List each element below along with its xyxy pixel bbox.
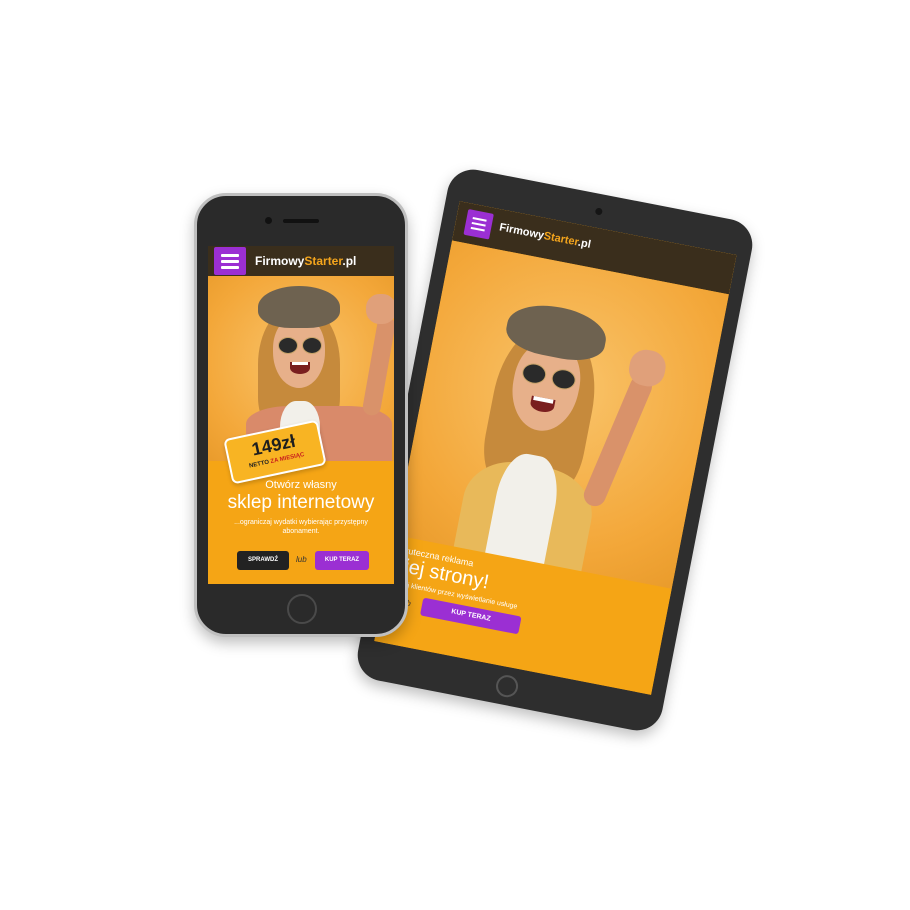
tablet-camera bbox=[594, 207, 603, 216]
phone-speaker bbox=[283, 219, 319, 223]
tablet-home-button[interactable] bbox=[494, 673, 520, 700]
phone-device: FirmowyStarter.pl 149zł NETTO ZA MIESIĄC… bbox=[194, 193, 408, 637]
tablet-menu-icon[interactable] bbox=[463, 209, 494, 240]
tablet-logo[interactable]: FirmowyStarter.pl bbox=[498, 221, 592, 251]
phone-buy-button[interactable]: KUP TERAZ bbox=[315, 551, 369, 570]
phone-check-button[interactable]: SPRAWDŹ bbox=[237, 551, 289, 570]
tablet-screen: FirmowyStarter.pl Skuteczna reklama woje… bbox=[374, 201, 737, 695]
phone-description: ...ograniczaj wydatki wybierając przystę… bbox=[234, 519, 368, 535]
phone-screen: FirmowyStarter.pl 149zł NETTO ZA MIESIĄC… bbox=[208, 246, 394, 584]
tablet-device: FirmowyStarter.pl Skuteczna reklama woje… bbox=[353, 165, 757, 735]
phone-header: FirmowyStarter.pl bbox=[208, 246, 394, 276]
phone-subheadline: Otwórz własny bbox=[265, 479, 337, 491]
phone-headline: sklep internetowy bbox=[227, 492, 375, 513]
phone-or-text: lub bbox=[296, 555, 307, 564]
phone-camera bbox=[265, 217, 272, 224]
phone-home-button[interactable] bbox=[287, 594, 317, 624]
phone-logo[interactable]: FirmowyStarter.pl bbox=[255, 254, 356, 268]
phone-menu-icon[interactable] bbox=[214, 247, 246, 275]
